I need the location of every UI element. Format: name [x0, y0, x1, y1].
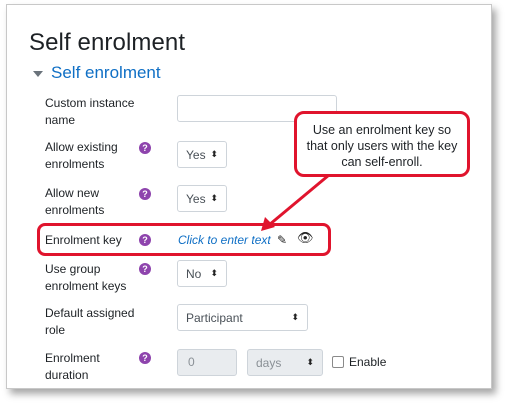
sort-arrows-icon: ⬍: [210, 193, 218, 203]
enable-label: Enable: [349, 355, 387, 369]
caret-down-icon[interactable]: [33, 71, 43, 77]
sort-arrows-icon: ⬍: [306, 357, 314, 367]
checkbox-icon[interactable]: [332, 356, 344, 368]
sort-arrows-icon: ⬍: [210, 268, 218, 278]
question-icon[interactable]: ?: [139, 263, 151, 275]
custom-instance-name-label: Custom instance name: [45, 96, 135, 127]
allow-new-value: Yes: [186, 191, 206, 206]
use-group-keys-value: No: [186, 266, 202, 281]
duration-number-input[interactable]: 0: [177, 349, 237, 376]
allow-existing-select[interactable]: Yes ⬍: [177, 141, 227, 168]
allow-existing-label: Allow existing enrolments: [45, 140, 118, 171]
duration-enable-checkbox[interactable]: Enable: [332, 355, 386, 369]
question-icon[interactable]: ?: [139, 142, 151, 154]
section-title[interactable]: Self enrolment: [51, 63, 161, 83]
sort-arrows-icon: ⬍: [291, 312, 299, 322]
default-role-select[interactable]: Participant ⬍: [177, 304, 308, 331]
question-icon[interactable]: ?: [139, 352, 151, 364]
enrolment-duration-label: Enrolment duration: [45, 351, 100, 382]
enrolment-key-highlight-box: [37, 223, 331, 256]
duration-unit-select[interactable]: days ⬍: [247, 349, 323, 376]
default-role-value: Participant: [186, 310, 243, 325]
default-role-label: Default assigned role: [45, 306, 135, 337]
question-icon[interactable]: ?: [139, 188, 151, 200]
use-group-keys-select[interactable]: No ⬍: [177, 260, 227, 287]
window-frame: Self enrolment Self enrolment Custom ins…: [6, 4, 492, 389]
page-title: Self enrolment: [29, 29, 186, 56]
allow-existing-value: Yes: [186, 147, 206, 162]
use-group-keys-label: Use group enrolment keys: [45, 262, 127, 293]
sort-arrows-icon: ⬍: [210, 149, 218, 159]
allow-new-select[interactable]: Yes ⬍: [177, 185, 227, 212]
annotation-callout: Use an enrolment key so that only users …: [294, 111, 470, 177]
section-header[interactable]: Self enrolment: [33, 63, 161, 83]
allow-new-label: Allow new enrolments: [45, 186, 105, 217]
duration-unit-value: days: [256, 355, 282, 370]
